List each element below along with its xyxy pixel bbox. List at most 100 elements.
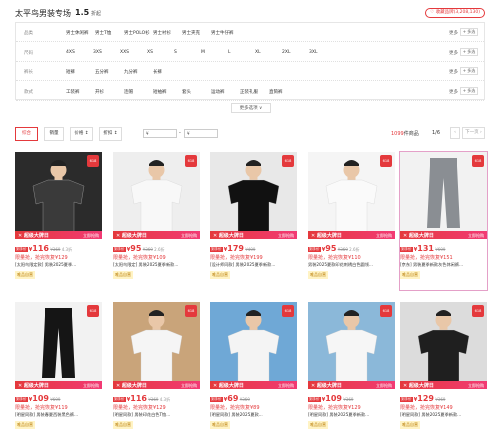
filter-option[interactable]: 男士牛仔裤	[211, 30, 234, 36]
buy-now-link[interactable]: 立即抢购	[278, 383, 294, 389]
product-image[interactable]: 618 ✕ 超级大牌日 立即抢购	[308, 152, 395, 239]
prev-page-button[interactable]: ‹	[450, 127, 460, 139]
filter-multi-select-button[interactable]: + 多选	[460, 86, 478, 95]
product-title[interactable]: [明星同款] 男装春夏西装黑色裤...	[15, 412, 102, 418]
product-title[interactable]: [明星同款] 男装2025夏季新款...	[400, 412, 487, 418]
product-title[interactable]: [设计师同款] 男装2025夏季新款...	[210, 262, 297, 268]
product-title[interactable]: [京东] 男装夏季新款灰色休闲裤...	[400, 262, 487, 268]
product-price: 95	[130, 244, 142, 253]
product-title[interactable]: [明星同款] 男装2025夏款...	[210, 412, 297, 418]
product-card[interactable]: 618 ✕ 超级大牌日 立即抢购 到手价 ¥109 ¥699 限量抢，抢完恢复¥…	[15, 302, 102, 440]
price-min-input[interactable]: ¥	[143, 129, 177, 138]
price-line: 到手价 ¥69 ¥369	[210, 394, 250, 403]
product-image[interactable]: 618 ✕ 超级大牌日 立即抢购	[113, 302, 200, 389]
product-image[interactable]: 618 ✕ 超级大牌日 立即抢购	[400, 152, 487, 239]
product-image[interactable]: 618 ✕ 超级大牌日 立即抢购	[400, 302, 487, 389]
buy-now-link[interactable]: 立即抢购	[468, 383, 484, 389]
filter-option[interactable]: 九分裤	[124, 69, 138, 75]
discount-rate: 2.6折	[154, 247, 165, 252]
buy-now-link[interactable]: 立即抢购	[181, 383, 197, 389]
price-tag: 到手价	[308, 247, 321, 252]
filter-option[interactable]: 五分裤	[95, 69, 109, 75]
filter-option[interactable]: 男士休闲裤	[66, 30, 89, 36]
buy-now-link[interactable]: 立即抢购	[376, 383, 392, 389]
product-price: 116	[32, 244, 49, 253]
618-badge: 618	[380, 155, 392, 167]
price-line: 到手价 ¥131 ¥699	[400, 244, 446, 253]
product-card[interactable]: 618 ✕ 超级大牌日 立即抢购 到手价 ¥69 ¥369 限量抢，抢完恢复¥8…	[210, 302, 297, 440]
buy-now-link[interactable]: 立即抢购	[83, 233, 99, 239]
filter-multi-select-button[interactable]: + 多选	[460, 67, 478, 75]
filter-option[interactable]: 4XS	[66, 50, 75, 55]
product-card[interactable]: 618 ✕ 超级大牌日 立即抢购 到手价 ¥109 ¥369 限量抢，抢完恢复¥…	[308, 302, 395, 440]
original-price: ¥369	[343, 397, 354, 402]
filter-more-button[interactable]: 更多	[449, 69, 458, 75]
product-card[interactable]: 618 ✕ 超级大牌日 立即抢购 到手价 ¥95 ¥369 2.6折 限量抢，抢…	[113, 152, 200, 290]
favorite-brand-button[interactable]: ♡ 收藏品牌(3,208,130)	[425, 8, 485, 18]
original-price: ¥369	[435, 397, 446, 402]
buy-now-link[interactable]: 立即抢购	[468, 233, 484, 239]
buy-now-link[interactable]: 立即抢购	[278, 233, 294, 239]
buy-now-link[interactable]: 立即抢购	[83, 383, 99, 389]
product-title[interactable]: [太阳鸟限定] 男装2025夏季新款...	[113, 262, 200, 268]
product-image[interactable]: 618 ✕ 超级大牌日 立即抢购	[210, 302, 297, 389]
filter-option[interactable]: 套头	[182, 89, 191, 95]
buy-now-link[interactable]: 立即抢购	[376, 233, 392, 239]
618-badge: 618	[282, 305, 294, 317]
product-image[interactable]: 618 ✕ 超级大牌日 立即抢购	[15, 302, 102, 389]
filter-option[interactable]: 正装礼服	[240, 89, 258, 95]
filter-option[interactable]: 长裤	[153, 69, 162, 75]
sort-sales[interactable]: 销量	[44, 127, 64, 141]
product-card[interactable]: 618 ✕ 超级大牌日 立即抢购 到手价 ¥95 ¥369 2.6折 限量抢，抢…	[308, 152, 395, 290]
sort-price[interactable]: 价格 ↕	[70, 127, 93, 141]
filter-option[interactable]: 短袖裤	[153, 89, 167, 95]
product-title[interactable]: [明星同款] 男装印花白色T恤...	[113, 412, 200, 418]
sort-discount[interactable]: 折扣 ↕	[99, 127, 122, 141]
sort-comprehensive[interactable]: 综合	[15, 127, 38, 141]
filter-option[interactable]: 男士夹克	[182, 30, 200, 36]
filter-option[interactable]: M	[201, 50, 205, 55]
promo-text: 限量抢，抢完恢复¥149	[400, 405, 453, 411]
filter-multi-select-button[interactable]: + 多选	[460, 47, 478, 56]
buy-now-link[interactable]: 立即抢购	[181, 233, 197, 239]
filter-multi-select-button[interactable]: + 多选	[460, 28, 478, 36]
product-title[interactable]: [明星同款] 男装2025夏季新款...	[308, 412, 395, 418]
product-title[interactable]: 男装2025夏款印花刺绣白色圆领...	[308, 262, 395, 268]
filter-option[interactable]: 男士衬衫	[153, 30, 171, 36]
product-image[interactable]: 618 ✕ 超级大牌日 立即抢购	[210, 152, 297, 239]
filter-more-button[interactable]: 更多	[449, 89, 458, 95]
filter-option[interactable]: 工装裤	[66, 89, 80, 95]
filter-option[interactable]: XL	[255, 50, 261, 55]
filter-option[interactable]: 短裤	[66, 69, 75, 75]
filter-option[interactable]: 直筒裤	[269, 89, 283, 95]
more-options-button[interactable]: 更多选项 ∨	[230, 103, 272, 113]
product-card[interactable]: 618 ✕ 超级大牌日 立即抢购 到手价 ¥116 ¥369 4.3折 限量抢，…	[113, 302, 200, 440]
filter-option[interactable]: 2XL	[282, 50, 290, 55]
filter-option[interactable]: 3XS	[93, 50, 102, 55]
shop-tag: 唯品自营	[15, 421, 35, 429]
filter-option[interactable]: S	[174, 50, 177, 55]
filter-option[interactable]: XXS	[120, 50, 129, 55]
filter-more-button[interactable]: 更多	[449, 30, 458, 36]
product-price: 69	[227, 394, 239, 403]
filter-option[interactable]: 连帽	[124, 89, 133, 95]
product-card[interactable]: 618 ✕ 超级大牌日 立即抢购 到手价 ¥179 ¥499 限量抢，抢完恢复¥…	[210, 152, 297, 290]
product-image[interactable]: 618 ✕ 超级大牌日 立即抢购	[15, 152, 102, 239]
filter-option[interactable]: 运动裤	[211, 89, 225, 95]
filter-option[interactable]: 开衫	[95, 89, 104, 95]
price-max-input[interactable]: ¥	[184, 129, 218, 138]
next-page-button[interactable]: 下一页 ›	[462, 127, 485, 139]
filter-option[interactable]: 3XL	[309, 50, 317, 55]
618-badge: 618	[185, 155, 197, 167]
filter-option[interactable]: 男士T恤	[95, 30, 111, 36]
filter-more-button[interactable]: 更多	[449, 50, 458, 56]
product-title[interactable]: [太阳鸟限定款] 男装2025夏季...	[15, 262, 102, 268]
product-image[interactable]: 618 ✕ 超级大牌日 立即抢购	[308, 302, 395, 389]
filter-option[interactable]: 男士POLO衫	[124, 30, 150, 36]
product-card[interactable]: 618 ✕ 超级大牌日 立即抢购 到手价 ¥129 ¥369 限量抢，抢完恢复¥…	[400, 302, 487, 440]
filter-option[interactable]: XS	[147, 50, 153, 55]
product-image[interactable]: 618 ✕ 超级大牌日 立即抢购	[113, 152, 200, 239]
filter-option[interactable]: L	[228, 50, 231, 55]
product-card[interactable]: 618 ✕ 超级大牌日 立即抢购 到手价 ¥131 ¥699 限量抢，抢完恢复¥…	[399, 151, 488, 291]
product-card[interactable]: 618 ✕ 超级大牌日 立即抢购 到手价 ¥116 ¥369 4.3折 限量抢，…	[15, 152, 102, 290]
